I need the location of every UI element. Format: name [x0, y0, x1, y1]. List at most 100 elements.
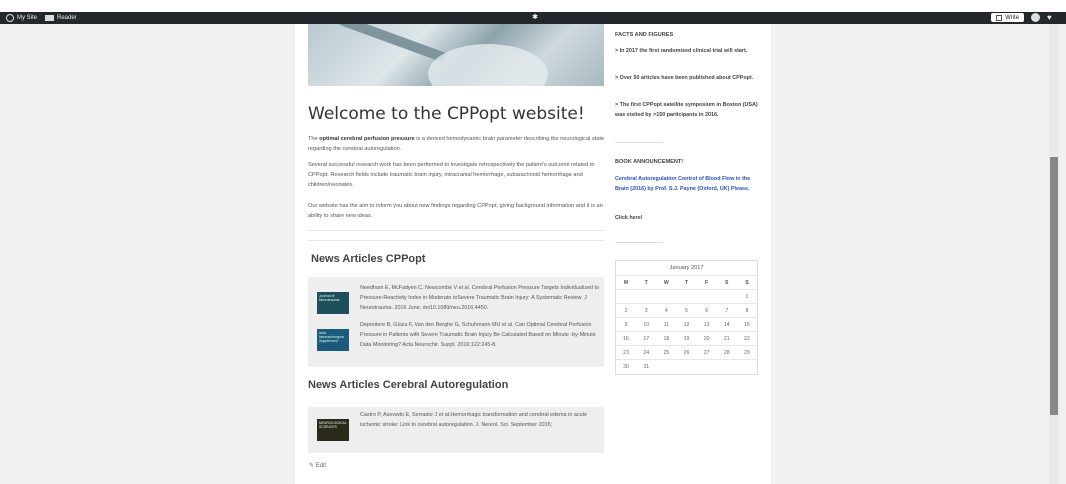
calendar-day	[676, 359, 697, 374]
calendar-day: 3	[636, 303, 657, 318]
reader-label: Reader	[57, 15, 77, 21]
sidebar-divider	[615, 242, 663, 243]
write-button[interactable]: Write	[991, 13, 1024, 22]
calendar-table: M T W T F S S 1 2 3 4 5 6 7 8 9 10 11 12 13 14 15 16 17 1…	[616, 275, 757, 374]
thumbnail-label: Journal of Neurotrauma	[319, 294, 340, 302]
bell-icon[interactable]: ♥	[1047, 13, 1056, 22]
calendar-day: 20	[696, 331, 717, 346]
calendar-day: 10	[636, 317, 657, 332]
calendar-day: 17	[636, 331, 657, 346]
book-link[interactable]: Cerebral Autoregulation Control of Blood…	[615, 174, 760, 194]
calendar-day	[656, 289, 677, 304]
hero-image-glove	[428, 44, 548, 86]
calendar-day	[676, 289, 697, 304]
intro-bold: optimal cerebral perfusion pressure	[319, 136, 415, 142]
calendar-day: 27	[696, 345, 717, 360]
news-autoregulation-heading: News Articles Cerebral Autoregulation	[308, 379, 509, 391]
thumbnail-label: NEUROLOGICAL SCIENCES	[319, 421, 347, 429]
calendar-day: 9	[616, 317, 637, 332]
calendar-day: 29	[736, 345, 757, 360]
calendar-day	[716, 359, 737, 374]
edit-link[interactable]: ✎ Edit	[309, 462, 326, 469]
article-citation: Needham E, McFadyen C, Newcombe V et al.…	[360, 285, 599, 311]
scrollbar-thumb[interactable]	[1050, 157, 1058, 415]
article-citation: Castro P, Azevedo E, Serrador J et al.He…	[360, 412, 588, 428]
research-paragraph: Several successful research work has bee…	[308, 162, 595, 188]
calendar-week-row: 23 24 25 26 27 28 29	[616, 345, 757, 360]
notifications-icon[interactable]: ✱	[531, 14, 539, 22]
scrollbar[interactable]	[1049, 24, 1059, 484]
my-site-label: My Site	[17, 15, 38, 21]
calendar-day	[736, 359, 757, 374]
aim-paragraph: Our website has the aim to inform you ab…	[308, 203, 603, 219]
news-cppopt-box: Journal of Neurotrauma Needham E, McFady…	[308, 277, 604, 367]
calendar-day: 5	[676, 303, 697, 318]
avatar[interactable]	[1031, 13, 1040, 22]
calendar-day: 26	[676, 345, 697, 360]
hero-image	[308, 24, 604, 86]
calendar-day: 31	[636, 359, 657, 374]
calendar-day: 14	[716, 317, 737, 332]
journal-thumbnail: Journal of Neurotrauma	[317, 292, 349, 314]
fact-item: > Over 50 articles have been published a…	[615, 75, 754, 81]
calendar-day: 16	[616, 331, 637, 346]
calendar-day-header: S	[716, 275, 737, 290]
reader-button[interactable]: Reader	[45, 15, 77, 21]
calendar-day: 23	[616, 345, 637, 360]
calendar-day: 13	[696, 317, 717, 332]
calendar-body: 1 2 3 4 5 6 7 8 9 10 11 12 13 14 15 16 17 18 19 20 21 22 23 24 2…	[616, 289, 757, 374]
admin-bar-right: Write ♥	[991, 13, 1056, 22]
page-title: Welcome to the CPPopt website!	[308, 104, 585, 124]
divider	[308, 240, 604, 241]
calendar-day: 15	[736, 317, 757, 332]
news-cppopt-heading: News Articles CPPopt	[311, 253, 426, 265]
calendar-day	[616, 289, 637, 304]
intro-paragraph: The optimal cerebral perfusion pressure …	[308, 134, 604, 154]
calendar-week-row: 2345678	[616, 303, 757, 318]
thumbnail-label: Acta Neurochirurgica Supplement	[319, 331, 344, 343]
calendar-day: 22	[736, 331, 757, 346]
calendar-caption: January 2017	[669, 265, 704, 271]
my-site-button[interactable]: My Site	[6, 14, 37, 22]
journal-thumbnail: NEUROLOGICAL SCIENCES	[317, 419, 349, 441]
calendar-day-header: M	[616, 275, 637, 290]
reader-icon	[45, 15, 55, 21]
calendar-day: 24	[636, 345, 657, 360]
calendar-day-header: S	[736, 275, 757, 290]
calendar-day-header: T	[676, 275, 697, 290]
calendar-day: 8	[736, 303, 757, 318]
fact-item: > In 2017 the first randomised clinical …	[615, 48, 748, 54]
calendar-day	[716, 289, 737, 304]
calendar-day: 2	[616, 303, 637, 318]
calendar-week-row: 1	[616, 289, 757, 304]
calendar-day-header: W	[656, 275, 677, 290]
article-citation: Depreitere B, Güiza F, Van den Berghe G,…	[360, 322, 596, 348]
calendar-day: 4	[656, 303, 677, 318]
calendar-day	[696, 289, 717, 304]
fact-item: > The first CPPopt satellite symposium i…	[615, 102, 758, 118]
calendar-day: 18	[656, 331, 677, 346]
calendar-day: 30	[616, 359, 637, 374]
calendar-day-header: T	[636, 275, 657, 290]
calendar-day	[696, 359, 717, 374]
wordpress-icon	[6, 14, 14, 22]
calendar-day: 7	[716, 303, 737, 318]
admin-bar: My Site Reader ✱ Write ♥	[0, 0, 1066, 24]
divider	[308, 230, 604, 231]
pencil-icon	[996, 14, 1003, 21]
sidebar-divider	[615, 142, 663, 143]
book-heading: BOOK ANNOUNCEMENT!	[615, 159, 684, 165]
calendar-day: 1	[736, 289, 757, 304]
admin-toolbar: My Site Reader ✱ Write ♥	[0, 12, 1066, 24]
calendar-day: 12	[676, 317, 697, 332]
click-here-link[interactable]: Click here!	[615, 215, 643, 221]
calendar-week-row: 9 10 11 12 13 14 15	[616, 317, 757, 332]
calendar-day-header: F	[696, 275, 717, 290]
calendar-day: 25	[656, 345, 677, 360]
calendar-day: 11	[656, 317, 677, 332]
calendar-day: 21	[716, 331, 737, 346]
calendar-day: 19	[676, 331, 697, 346]
calendar-day	[656, 359, 677, 374]
calendar-day	[636, 289, 657, 304]
write-label: Write	[1005, 14, 1019, 21]
